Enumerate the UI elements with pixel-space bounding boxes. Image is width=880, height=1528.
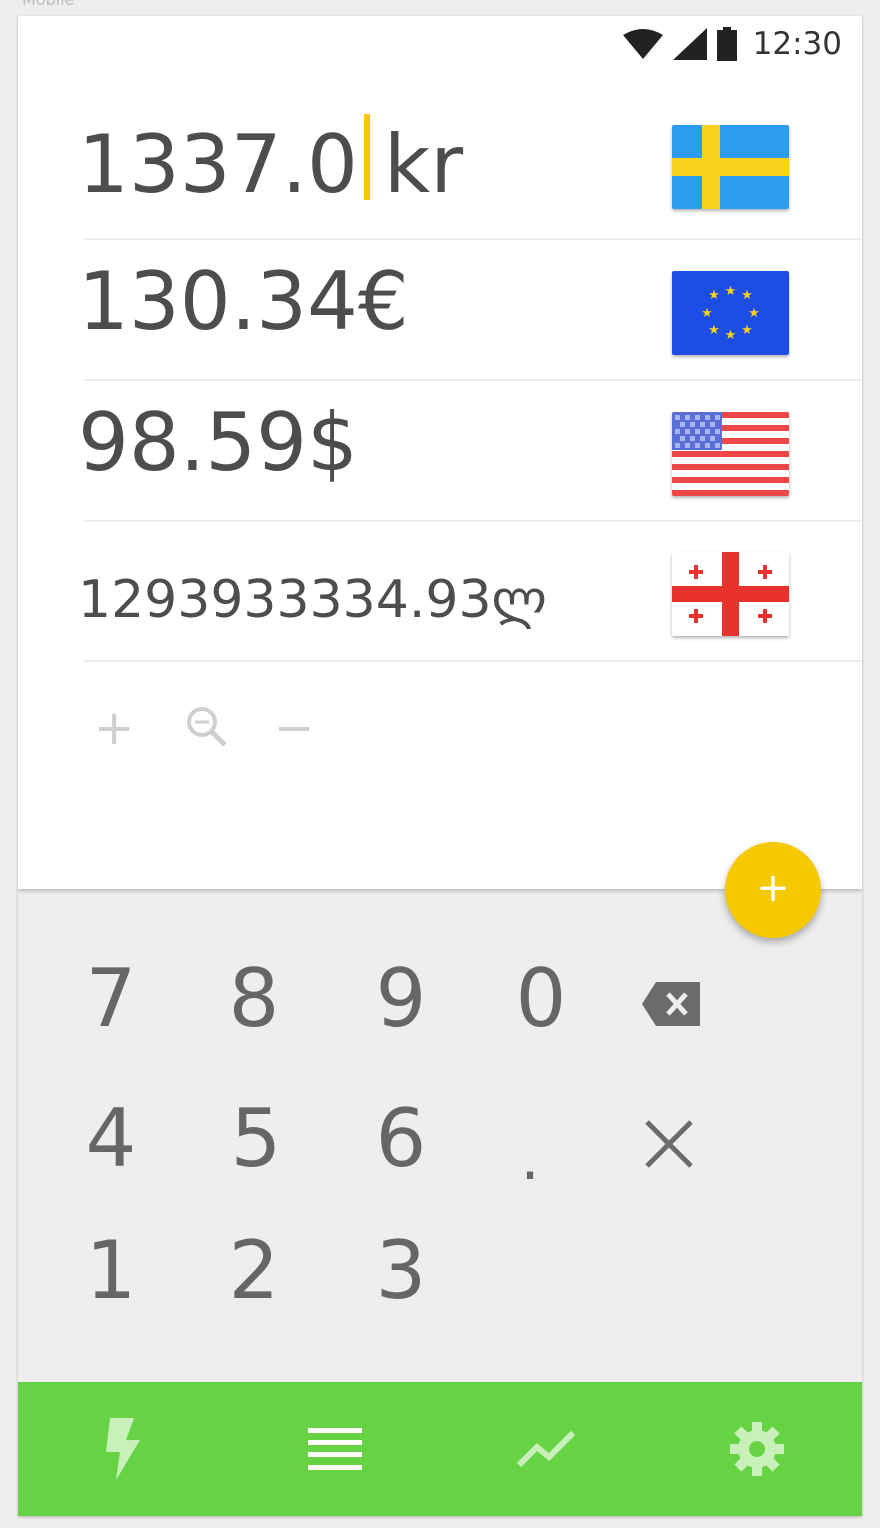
key-9[interactable]: 9 [351,949,451,1049]
currency-row-usd[interactable]: 98.59$ [18,382,862,522]
backspace-icon [642,982,700,1027]
svg-text:★: ★ [741,323,753,338]
key-7[interactable]: 7 [61,949,161,1049]
currency-row-eur[interactable]: 130.34€ ★ ★ ★ ★ ★ ★ ★ ★ [18,241,862,381]
signal-icon [672,28,707,60]
close-icon [645,1120,693,1168]
svg-text:★: ★ [725,284,737,299]
top-label: Mobile [22,0,74,9]
key-5[interactable]: 5 [206,1089,306,1189]
currency-amount-eur[interactable]: 130.34€ [78,255,409,348]
clear-button[interactable] [619,1089,719,1189]
backspace-button[interactable] [621,949,721,1049]
status-time: 12:30 [752,26,842,62]
phone-screen: 12:30 1337.0 kr 130.34€ ★ ★ ★ ★ ★ ★ ★ ★ … [18,16,862,1516]
eu-flag-icon[interactable]: ★ ★ ★ ★ ★ ★ ★ ★ [672,271,789,355]
key-6[interactable]: 6 [351,1089,451,1189]
battery-icon [716,27,737,61]
svg-text:★: ★ [708,323,720,338]
remove-row-button[interactable]: − [274,704,314,752]
add-currency-fab[interactable]: + [725,842,821,938]
lightning-icon [105,1418,140,1480]
status-bar: 12:30 [622,24,842,64]
georgia-flag-icon[interactable] [672,552,789,636]
svg-text:★: ★ [701,306,713,321]
key-1[interactable]: 1 [61,1221,161,1321]
currency-amount-gel[interactable]: 1293933334.93ლ [78,570,547,630]
svg-text:★: ★ [748,306,760,321]
currency-row-sek[interactable]: 1337.0 kr [18,100,862,240]
nav-settings[interactable] [702,1394,812,1504]
sweden-flag-icon[interactable] [672,125,789,209]
us-flag-icon[interactable] [672,412,789,496]
nav-chart[interactable] [491,1394,601,1504]
key-0[interactable]: 0 [491,949,591,1049]
svg-text:★: ★ [708,288,720,303]
bottom-navigation [18,1382,862,1516]
currency-amount-usd[interactable]: 98.59$ [78,396,358,489]
gear-icon [729,1422,784,1476]
zoom-out-button[interactable] [184,704,227,752]
row-divider [84,660,862,662]
key-2[interactable]: 2 [204,1221,304,1321]
zoom-out-icon [187,707,227,747]
currency-card: 12:30 1337.0 kr 130.34€ ★ ★ ★ ★ ★ ★ ★ ★ … [18,16,862,889]
text-cursor [363,114,370,200]
amount-value: 1337.0 [78,118,358,211]
row-tools: + − [94,704,314,752]
currency-amount-sek[interactable]: 1337.0 kr [78,114,463,211]
currency-suffix: kr [383,118,464,211]
trend-icon [516,1430,575,1468]
key-4[interactable]: 4 [61,1089,161,1189]
currency-row-gel[interactable]: 1293933334.93ლ [18,522,862,662]
add-row-button[interactable]: + [94,704,134,752]
numeric-keypad: 7 8 9 0 4 5 6 . 1 2 3 [18,889,862,1382]
key-3[interactable]: 3 [351,1221,451,1321]
row-divider [84,238,862,240]
svg-text:★: ★ [725,328,737,343]
key-8[interactable]: 8 [204,949,304,1049]
row-divider [84,379,862,381]
nav-list[interactable] [280,1394,390,1504]
svg-text:★: ★ [741,288,753,303]
wifi-icon [622,29,663,59]
key-decimal[interactable]: . [480,1109,580,1209]
list-icon [307,1428,362,1470]
nav-convert[interactable] [69,1394,179,1504]
